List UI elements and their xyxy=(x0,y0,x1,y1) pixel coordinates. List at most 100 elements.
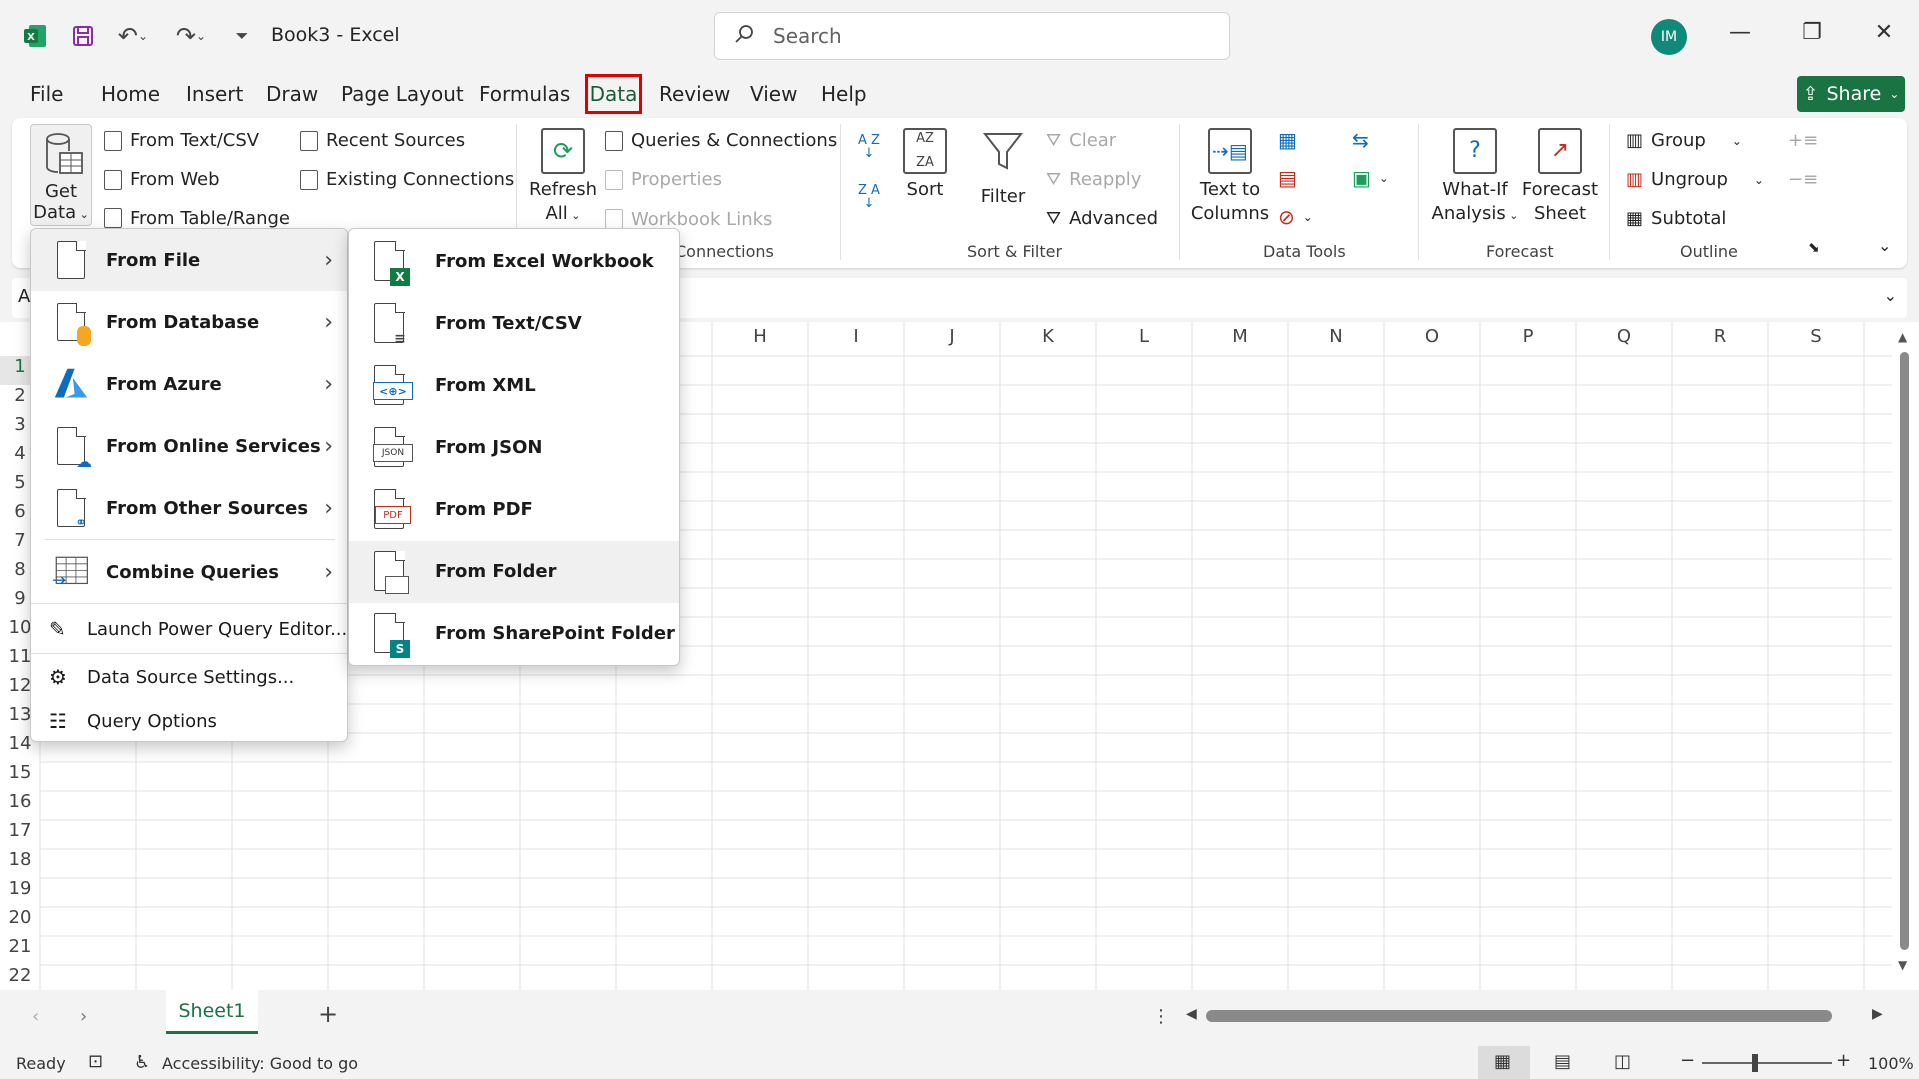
share-button[interactable]: ⇪ Share ⌄ xyxy=(1797,76,1905,112)
existing-connections-button[interactable]: Existing Connections xyxy=(300,169,514,190)
recent-sources-button[interactable]: Recent Sources xyxy=(300,130,465,151)
restore-icon[interactable]: ❐ xyxy=(1792,20,1832,45)
menu-item-launch-power-query-editor[interactable]: ✎ Launch Power Query Editor... xyxy=(31,609,347,649)
search-box[interactable]: Search xyxy=(714,12,1230,60)
menu-item-combine-queries[interactable]: Combine Queries › xyxy=(31,549,347,595)
tab-file[interactable]: File xyxy=(30,82,63,106)
sort-a-z-button[interactable]: A Z ↓ xyxy=(858,134,880,160)
group-button[interactable]: ▥ Group ⌄ xyxy=(1626,130,1742,151)
menu-item-from-database[interactable]: From Database › xyxy=(31,299,347,346)
zoom-slider-thumb[interactable] xyxy=(1752,1054,1758,1072)
tab-insert[interactable]: Insert xyxy=(186,82,243,106)
zoom-level[interactable]: 100% xyxy=(1868,1054,1914,1073)
scroll-down-icon[interactable]: ▼ xyxy=(1898,958,1907,972)
menu-item-from-pdf[interactable]: PDF From PDF xyxy=(349,485,679,533)
column-header[interactable]: M xyxy=(1192,326,1288,354)
zoom-slider[interactable] xyxy=(1702,1062,1832,1064)
collapse-ribbon-icon[interactable]: ⌄ xyxy=(1878,236,1891,255)
row-header[interactable]: 17 xyxy=(0,820,40,849)
next-sheet-icon[interactable]: › xyxy=(80,1006,87,1027)
avatar[interactable]: IM xyxy=(1651,19,1687,55)
customize-toolbar-icon[interactable]: ⏷ xyxy=(232,20,252,52)
column-header[interactable]: S xyxy=(1768,326,1864,354)
close-icon[interactable]: ✕ xyxy=(1864,20,1904,45)
clear-button[interactable]: ⛛ Clear xyxy=(1046,130,1116,151)
consolidate-icon[interactable]: ⇆ xyxy=(1352,128,1369,152)
scroll-right-icon[interactable]: ▶ xyxy=(1872,1006,1883,1022)
row-header[interactable]: 15 xyxy=(0,762,40,791)
row-header[interactable]: 16 xyxy=(0,791,40,820)
macro-record-icon[interactable]: ⊡ xyxy=(88,1051,103,1072)
dialog-launcher-icon[interactable]: ⬊ xyxy=(1808,240,1820,256)
show-detail-icon[interactable]: +≡ xyxy=(1788,130,1818,151)
subtotal-button[interactable]: ▦ Subtotal xyxy=(1626,208,1726,229)
advanced-button[interactable]: ⛛ Advanced xyxy=(1046,208,1158,229)
tab-page-layout[interactable]: Page Layout xyxy=(341,82,464,106)
menu-item-from-sharepoint-folder[interactable]: S From SharePoint Folder xyxy=(349,609,679,658)
menu-item-from-text-csv[interactable]: ≡ From Text/CSV xyxy=(349,299,679,347)
scroll-up-icon[interactable]: ▲ xyxy=(1898,330,1907,344)
filter-button[interactable]: Filter xyxy=(976,128,1030,209)
menu-item-query-options[interactable]: ☷ Query Options xyxy=(31,701,347,741)
data-model-icon[interactable]: ▣ ⌄ xyxy=(1352,166,1389,190)
menu-item-from-folder[interactable]: From Folder xyxy=(349,547,679,595)
page-layout-view-icon[interactable]: ▤ xyxy=(1554,1051,1571,1072)
row-header[interactable]: 18 xyxy=(0,849,40,878)
zoom-in-icon[interactable]: + xyxy=(1836,1050,1851,1071)
workbook-links-button[interactable]: Workbook Links xyxy=(605,208,772,230)
menu-item-from-file[interactable]: From File › xyxy=(31,237,347,283)
column-header[interactable]: L xyxy=(1096,326,1192,354)
tab-help[interactable]: Help xyxy=(821,82,867,106)
sheet-tab-sheet1[interactable]: Sheet1 xyxy=(166,990,258,1034)
tab-draw[interactable]: Draw xyxy=(266,82,318,106)
normal-view-button[interactable]: ▦ xyxy=(1478,1046,1530,1079)
undo-icon[interactable]: ↶ ⌄ xyxy=(112,20,154,52)
column-header[interactable]: J xyxy=(904,326,1000,354)
from-text-csv-button[interactable]: From Text/CSV xyxy=(104,130,259,151)
vertical-scrollbar[interactable]: ▲ ▼ xyxy=(1898,328,1912,982)
tab-view[interactable]: View xyxy=(750,82,797,106)
flash-fill-icon[interactable]: ▦ xyxy=(1278,128,1297,152)
menu-item-from-other-sources[interactable]: ⚭ From Other Sources › xyxy=(31,485,347,531)
column-header[interactable]: I xyxy=(808,326,904,354)
column-header[interactable]: R xyxy=(1672,326,1768,354)
sort-z-a-button[interactable]: Z A ↓ xyxy=(858,184,880,210)
save-icon[interactable] xyxy=(68,20,98,52)
from-web-button[interactable]: From Web xyxy=(104,169,220,190)
tab-formulas[interactable]: Formulas xyxy=(479,82,570,106)
scroll-left-icon[interactable]: ◀ xyxy=(1186,1006,1197,1022)
prev-sheet-icon[interactable]: ‹ xyxy=(32,1006,39,1027)
column-header[interactable]: H xyxy=(712,326,808,354)
tab-data[interactable]: Data xyxy=(585,74,642,114)
queries-connections-button[interactable]: Queries & Connections xyxy=(605,130,837,151)
redo-icon[interactable]: ↷ ⌄ xyxy=(170,20,212,52)
vertical-scroll-thumb[interactable] xyxy=(1900,352,1909,950)
column-header[interactable]: N xyxy=(1288,326,1384,354)
sort-button[interactable]: AZ ZA Sort xyxy=(898,128,952,202)
row-header[interactable]: 20 xyxy=(0,907,40,936)
column-header[interactable]: Q xyxy=(1576,326,1672,354)
ungroup-button[interactable]: ▥ Ungroup ⌄ xyxy=(1626,169,1764,190)
menu-item-from-azure[interactable]: From Azure › xyxy=(31,361,347,407)
minimize-icon[interactable]: — xyxy=(1720,20,1760,45)
get-data-button[interactable]: Get Data ⌄ xyxy=(30,124,92,226)
what-if-analysis-button[interactable]: ? What-If Analysis ⌄ xyxy=(1430,128,1520,228)
row-header[interactable]: 19 xyxy=(0,878,40,907)
from-table-range-button[interactable]: From Table/Range xyxy=(104,208,290,228)
expand-formula-bar-icon[interactable]: ⌄ xyxy=(1884,286,1897,305)
refresh-all-button[interactable]: ⟳ Refresh All ⌄ xyxy=(529,128,597,228)
reapply-button[interactable]: ⛛ Reapply xyxy=(1046,169,1141,190)
accessibility-icon[interactable]: ♿ xyxy=(134,1052,150,1073)
horizontal-scroll-thumb[interactable] xyxy=(1206,1010,1832,1022)
text-to-columns-button[interactable]: ⇢▤ Text to Columns xyxy=(1190,128,1270,226)
menu-item-data-source-settings[interactable]: ⚙ Data Source Settings... xyxy=(31,657,347,697)
remove-duplicates-icon[interactable]: ▤ xyxy=(1278,166,1297,190)
menu-item-from-json[interactable]: JSON From JSON xyxy=(349,423,679,471)
column-header[interactable]: O xyxy=(1384,326,1480,354)
menu-item-from-online-services[interactable]: ☁ From Online Services › xyxy=(31,423,347,471)
tab-review[interactable]: Review xyxy=(659,82,730,106)
properties-button[interactable]: Properties xyxy=(605,169,722,190)
add-sheet-icon[interactable]: + xyxy=(318,1000,338,1028)
accessibility-status[interactable]: Accessibility: Good to go xyxy=(162,1054,358,1073)
column-header[interactable]: K xyxy=(1000,326,1096,354)
